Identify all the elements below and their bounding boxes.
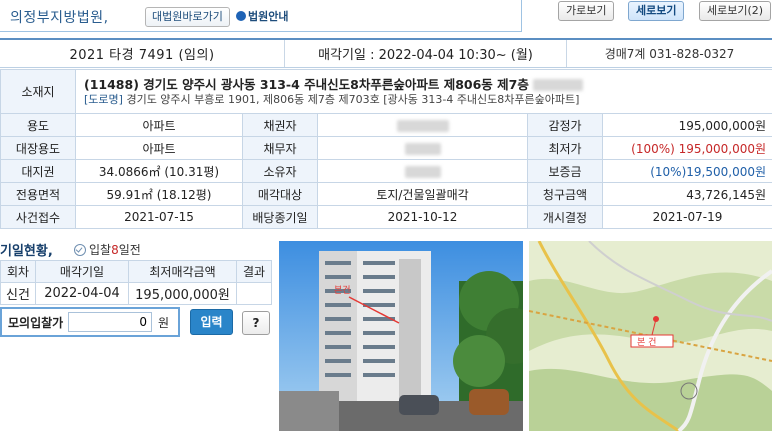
owner-value [317, 159, 528, 183]
col-min-price: 최저매각금액 [128, 260, 237, 283]
register-usage-label: 대장용도 [0, 136, 76, 160]
claim-amount-value: 43,726,145원 [601, 182, 772, 206]
court-name: 의정부지방법원, [10, 10, 109, 26]
creditor-label: 채권자 [242, 113, 318, 137]
col-result: 결과 [236, 260, 272, 283]
address-road: 경기도 양주시 부흥로 1901, 제806동 제7층 제703호 [광사동 3… [126, 92, 580, 106]
appraisal-label: 감정가 [527, 113, 603, 137]
creditor-value [317, 113, 528, 137]
claim-amount-label: 청구금액 [527, 182, 603, 206]
submit-bid-button[interactable]: 입력 [190, 309, 233, 335]
mock-bid-unit: 원 [158, 315, 170, 330]
col-round: 회차 [0, 260, 36, 283]
schedule-title: 기일현황, [0, 244, 53, 259]
court-guide-link[interactable]: 법원안내 [236, 8, 288, 24]
sale-target-value: 토지/건물일괄매각 [317, 182, 528, 206]
dividend-deadline-value: 2021-10-12 [317, 205, 528, 229]
exclusive-area-value: 59.91㎡ (18.12평) [75, 182, 243, 206]
photo-marker-label: 본건 [334, 285, 351, 296]
debtor-label: 채무자 [242, 136, 318, 160]
minimum-price-value: (100%) 195,000,000원 [601, 136, 772, 160]
building-photo-image: 본건 [279, 241, 523, 431]
mock-bid-label: 모의입찰가 [8, 315, 64, 330]
land-right-value: 34.0866㎡ (10.31평) [75, 159, 243, 183]
view-vertical2-button[interactable]: 세로보기(2) [699, 1, 772, 21]
schedule-countdown: 입찰8일전 [74, 241, 141, 258]
case-received-value: 2021-07-15 [75, 205, 243, 229]
court-guide-icon [236, 11, 246, 21]
table-row-round: 신건 [0, 282, 36, 305]
location-map[interactable]: 본 건 [529, 241, 772, 431]
address-main: (11488) 경기도 양주시 광사동 313-4 주내신도8차푸른숲아파트 제… [84, 76, 529, 92]
table-row-price: 195,000,000원 [128, 282, 237, 305]
owner-label: 소유자 [242, 159, 318, 183]
mock-bid-input[interactable] [68, 312, 152, 332]
case-summary: 2021 타경 7491 (임의) 매각기일 : 2022-04-04 10:3… [0, 38, 772, 68]
usage-value: 아파트 [75, 113, 243, 137]
court-header: 의정부지방법원, 대법원바로가기 법원안내 [0, 0, 522, 32]
appraisal-value: 195,000,000원 [601, 113, 772, 137]
case-received-label: 사건접수 [0, 205, 76, 229]
sale-date: 매각기일 : 2022-04-04 10:30~ (월) [285, 40, 567, 67]
road-name-tag[interactable]: [도로명] [84, 93, 123, 106]
sale-target-label: 매각대상 [242, 182, 318, 206]
view-horizontal-button[interactable]: 가로보기 [558, 1, 615, 21]
schedule-table: 회차 매각기일 최저매각금액 결과 신건 2022-04-04 195,000,… [0, 260, 272, 305]
table-row-result [236, 282, 272, 305]
commencement-value: 2021-07-19 [601, 205, 772, 229]
department: 경매7계 031-828-0327 [604, 47, 735, 61]
check-icon [74, 244, 86, 256]
help-button[interactable]: ? [242, 311, 270, 335]
exclusive-area-label: 전용면적 [0, 182, 76, 206]
table-row-date: 2022-04-04 [35, 282, 129, 305]
supreme-court-link-button[interactable]: 대법원바로가기 [145, 7, 230, 27]
mock-bid-box: 모의입찰가 원 [0, 307, 180, 337]
location-label: 소재지 [0, 69, 76, 114]
usage-label: 용도 [0, 113, 76, 137]
case-number: 2021 타경 7491 (임의) [0, 40, 285, 67]
location-map-image: 본 건 [529, 241, 772, 431]
commencement-label: 개시결정 [527, 205, 603, 229]
register-usage-value: 아파트 [75, 136, 243, 160]
minimum-price-label: 최저가 [527, 136, 603, 160]
land-right-label: 대지권 [0, 159, 76, 183]
view-vertical-button[interactable]: 세로보기 [628, 1, 685, 21]
debtor-value [317, 136, 528, 160]
deposit-value: (10%)19,500,000원 [601, 159, 772, 183]
map-marker-label: 본 건 [637, 337, 656, 348]
deposit-label: 보증금 [527, 159, 603, 183]
property-info-table: 소재지 (11488) 경기도 양주시 광사동 313-4 주내신도8차푸른숲아… [0, 69, 772, 229]
col-sale-date: 매각기일 [35, 260, 129, 283]
building-photo[interactable]: 본건 [279, 241, 523, 431]
dividend-deadline-label: 배당종기일 [242, 205, 318, 229]
redacted-unit [533, 79, 584, 91]
court-guide-label: 법원안내 [248, 10, 289, 23]
address-cell: (11488) 경기도 양주시 광사동 313-4 주내신도8차푸른숲아파트 제… [74, 69, 772, 114]
